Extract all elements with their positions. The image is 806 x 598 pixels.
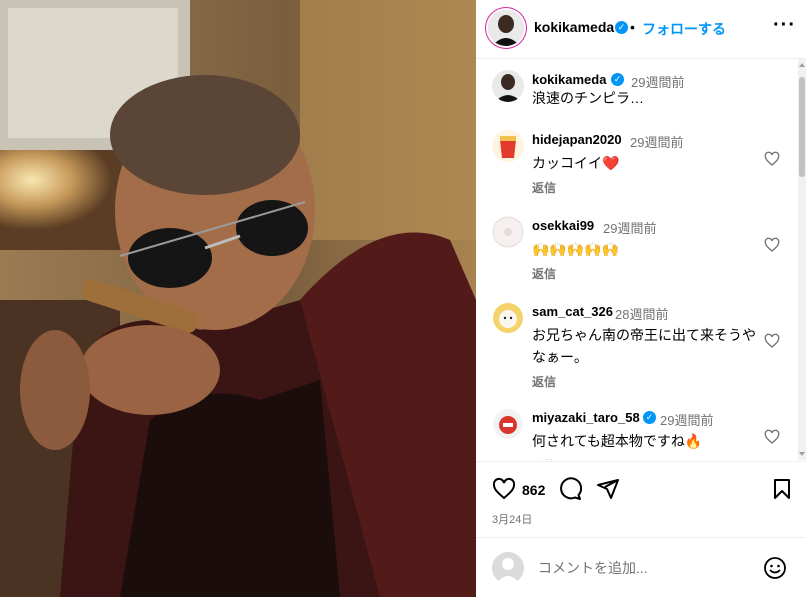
follow-button[interactable]: フォローする — [642, 19, 726, 39]
commenter-avatar[interactable] — [492, 408, 524, 440]
reply-button[interactable]: 返信 — [532, 373, 556, 390]
verified-badge-icon: ✓ — [611, 73, 624, 86]
comment-time[interactable]: 29週間前 — [660, 410, 713, 429]
like-comment-heart-icon[interactable] — [764, 429, 780, 445]
like-count[interactable]: 862 — [522, 482, 545, 498]
emoji-picker-icon[interactable] — [763, 556, 787, 580]
comments-scrollbar[interactable] — [798, 59, 806, 460]
author-avatar[interactable] — [488, 10, 524, 46]
like-comment-heart-icon[interactable] — [764, 333, 780, 349]
verified-badge-icon: ✓ — [615, 21, 628, 34]
comment-text: お兄ちゃん南の帝王に出て来そうやなぁー。 — [532, 327, 756, 365]
comments-list[interactable]: kokikameda ✓ 29週間前 浪速のチンピラ… hidejapan202… — [476, 59, 796, 460]
commenter-avatar[interactable] — [492, 130, 524, 162]
like-comment-heart-icon[interactable] — [764, 151, 780, 167]
author-username[interactable]: kokikameda — [534, 19, 614, 35]
reply-button[interactable]: 返信 — [532, 265, 556, 282]
post-image — [0, 0, 476, 597]
caption-username[interactable]: kokikameda — [532, 72, 606, 87]
comment-time[interactable]: 28週間前 — [615, 304, 668, 323]
post-header: kokikameda ✓ • フォローする ··· — [476, 0, 806, 59]
caption-text: 浪速のチンピラ… — [532, 90, 644, 106]
post-date[interactable]: 3月24日 — [492, 511, 532, 527]
separator-dot: • — [630, 19, 635, 35]
like-comment-heart-icon[interactable] — [764, 237, 780, 253]
commenter-avatar[interactable] — [492, 302, 524, 334]
commenter-username[interactable]: miyazaki_taro_58 — [532, 410, 640, 425]
scroll-down-arrow-icon[interactable] — [799, 452, 805, 456]
comment-time[interactable]: 29週間前 — [603, 218, 656, 237]
comment-bubble-icon[interactable] — [558, 477, 582, 501]
scroll-thumb[interactable] — [799, 77, 805, 177]
share-send-icon[interactable] — [596, 477, 620, 501]
commenter-avatar[interactable] — [492, 216, 524, 248]
commenter-username[interactable]: sam_cat_326 — [532, 304, 613, 319]
reply-button[interactable]: 返信 — [532, 457, 556, 460]
more-options-icon[interactable]: ··· — [773, 15, 796, 35]
comment-text: カッコイイ❤️ — [532, 155, 620, 171]
comment-text: 何されても超本物ですね🔥 — [532, 433, 703, 449]
post-actions: 862 3月24日 — [476, 461, 806, 537]
comment-time[interactable]: 29週間前 — [630, 132, 683, 151]
reply-button[interactable]: 返信 — [532, 179, 556, 196]
post-photo[interactable] — [0, 0, 476, 597]
comment-text: 🙌🙌🙌🙌🙌 — [532, 241, 620, 257]
add-comment-input[interactable] — [536, 557, 740, 579]
post-detail-panel: kokikameda ✓ • フォローする ··· kokikameda ✓ 2… — [476, 0, 806, 597]
scroll-up-arrow-icon[interactable] — [799, 63, 805, 67]
caption-avatar[interactable] — [492, 70, 524, 102]
current-user-avatar — [492, 552, 524, 584]
verified-badge-icon: ✓ — [643, 411, 656, 424]
like-heart-icon[interactable] — [492, 477, 516, 501]
add-comment-bar — [476, 537, 806, 598]
commenter-username[interactable]: osekkai99 — [532, 218, 594, 233]
commenter-username[interactable]: hidejapan2020 — [532, 132, 622, 147]
save-bookmark-icon[interactable] — [770, 477, 794, 501]
